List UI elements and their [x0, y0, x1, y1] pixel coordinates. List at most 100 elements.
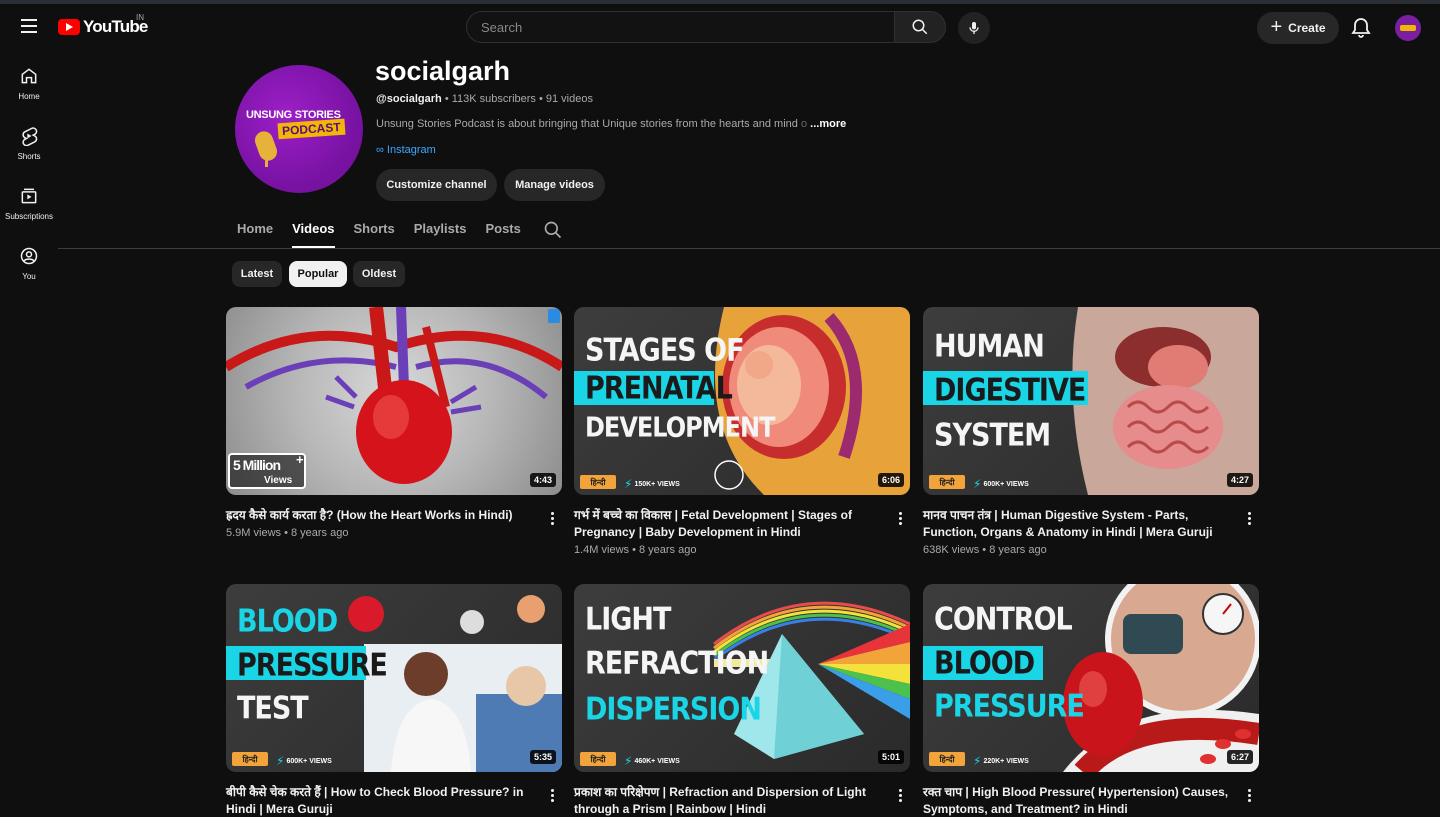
tab-shorts[interactable]: Shorts	[354, 221, 395, 248]
tab-playlists[interactable]: Playlists	[414, 221, 467, 248]
video-title[interactable]: गर्भ में बच्चे का विकास | Fetal Developm…	[574, 507, 884, 559]
video-title[interactable]: मानव पाचन तंत्र | Human Digestive System…	[923, 507, 1233, 559]
bolt-icon: ⚡	[624, 477, 633, 492]
video-card: LIGHT REFRACTION DISPERSION हिन्दी ⚡ 460K…	[574, 584, 910, 816]
nav-item-home[interactable]: Home	[0, 56, 58, 116]
video-title[interactable]: ह्रदय कैसे कार्य करता है? (How the Heart…	[226, 507, 536, 542]
side-nav: Home Shorts Subscriptions You	[0, 56, 58, 296]
video-card: 5 Million + Views 4:43 ह्रदय कैसे कार्य …	[226, 307, 562, 539]
chip-popular[interactable]: Popular	[289, 261, 347, 287]
tabs-divider	[58, 248, 1440, 249]
bolt-icon: ⚡	[624, 754, 633, 769]
video-title-text: ह्रदय कैसे कार्य करता है? (How the Heart…	[226, 508, 513, 522]
customize-channel-button[interactable]: Customize channel	[376, 169, 497, 201]
youtube-play-icon	[58, 19, 80, 35]
views-word: VIEWS	[1006, 481, 1029, 488]
views-word: VIEWS	[657, 481, 680, 488]
video-duration: 5:35	[529, 750, 556, 764]
nav-label: You	[22, 272, 36, 281]
channel-description[interactable]: Unsung Stories Podcast is about bringing…	[376, 118, 846, 130]
bolt-icon: ⚡	[276, 754, 285, 769]
home-icon	[21, 68, 37, 84]
badge-plus: +	[296, 452, 304, 467]
channel-handle: @socialgarh	[376, 93, 442, 105]
badge-main-text: 5 Million	[233, 457, 281, 473]
menu-icon[interactable]	[14, 11, 44, 41]
video-meta: 1.4M views • 8 years ago	[574, 544, 697, 556]
tab-home[interactable]: Home	[237, 221, 273, 248]
voice-search-button[interactable]	[958, 12, 990, 44]
thumb-line-1: CONTROL	[934, 602, 1073, 638]
views-count: 600K	[983, 481, 1001, 488]
manage-videos-button[interactable]: Manage videos	[504, 169, 605, 201]
video-title-text: बीपी कैसे चेक करते हैं | How to Check Bl…	[226, 785, 524, 816]
views-tag: ⚡ 220K+ VIEWS	[973, 755, 1029, 767]
more-actions-icon[interactable]	[892, 786, 908, 804]
channel-avatar[interactable]: UNSUNG STORIES PODCAST	[235, 65, 363, 193]
video-duration: 4:27	[1226, 473, 1253, 487]
more-link[interactable]: ...more	[810, 118, 846, 130]
more-actions-icon[interactable]	[544, 509, 560, 527]
thumb-line-2: BLOOD	[934, 646, 1035, 682]
thumb-line-2: DIGESTIVE	[934, 373, 1086, 409]
thumb-line-2: PRENATAL	[585, 371, 733, 407]
thumb-line-1: LIGHT	[585, 602, 671, 638]
views-count: 150K	[634, 481, 652, 488]
views-plus: +	[303, 758, 308, 765]
video-thumbnail[interactable]: HUMAN DIGESTIVE SYSTEM हिन्दी ⚡ 600K+ VIE…	[923, 307, 1259, 495]
video-duration: 6:06	[877, 473, 904, 487]
video-duration: 4:43	[529, 473, 556, 487]
video-thumbnail[interactable]: BLOOD PRESSURE TEST हिन्दी ⚡ 600K+ VIEWS …	[226, 584, 562, 772]
account-avatar[interactable]	[1395, 15, 1421, 41]
video-title[interactable]: बीपी कैसे चेक करते हैं | How to Check Bl…	[226, 784, 536, 817]
video-thumbnail[interactable]: 5 Million + Views 4:43	[226, 307, 562, 495]
chip-latest[interactable]: Latest	[232, 261, 282, 287]
views-tag: ⚡ 600K+ VIEWS	[973, 477, 1029, 492]
description-fade: o	[797, 118, 808, 130]
tab-posts[interactable]: Posts	[485, 221, 520, 248]
thumb-line-3: PRESSURE	[934, 689, 1085, 725]
more-actions-icon[interactable]	[892, 509, 908, 527]
video-meta: 5.9M views • 8 years ago	[226, 527, 349, 539]
search-button[interactable]	[894, 11, 946, 43]
search-input[interactable]	[466, 11, 894, 43]
video-thumbnail[interactable]: STAGES OF PRENATAL DEVELOPMENT हिन्दी ⚡ 1…	[574, 307, 910, 495]
link-icon: ∞	[376, 144, 384, 156]
more-actions-icon[interactable]	[544, 786, 560, 804]
nav-label: Subscriptions	[4, 212, 54, 221]
search-bar	[466, 11, 946, 43]
mic-stand	[265, 157, 268, 167]
nav-item-shorts[interactable]: Shorts	[0, 116, 58, 176]
views-plus: +	[1000, 481, 1005, 488]
notifications-bell-icon[interactable]	[1349, 16, 1373, 40]
thumb-line-1: STAGES OF	[585, 333, 745, 369]
instagram-link[interactable]: ∞ Instagram	[376, 144, 436, 156]
views-plus: +	[651, 481, 656, 488]
channel-search-icon[interactable]	[543, 220, 563, 240]
tab-videos[interactable]: Videos	[292, 221, 335, 248]
bolt-icon: ⚡	[973, 477, 982, 492]
thumb-line-3: TEST	[237, 691, 309, 727]
views-plus: +	[651, 758, 656, 765]
youtube-logo[interactable]: YouTube IN	[58, 13, 148, 37]
nav-item-subscriptions[interactable]: Subscriptions	[0, 176, 58, 236]
video-thumbnail[interactable]: LIGHT REFRACTION DISPERSION हिन्दी ⚡ 460K…	[574, 584, 910, 772]
video-count: 91 videos	[545, 93, 593, 105]
thumb-line-3: SYSTEM	[934, 418, 1051, 454]
video-card: HUMAN DIGESTIVE SYSTEM हिन्दी ⚡ 600K+ VIE…	[923, 307, 1259, 556]
subscriber-count: 113K subscribers	[451, 93, 536, 105]
video-title-text: रक्त चाप | High Blood Pressure( Hyperten…	[923, 785, 1229, 816]
video-thumbnail[interactable]: CONTROL BLOOD PRESSURE हिन्दी ⚡ 220K+ VIE…	[923, 584, 1259, 772]
nav-label: Shorts	[17, 152, 41, 161]
shorts-icon	[22, 127, 38, 146]
more-actions-icon[interactable]	[1241, 509, 1257, 527]
video-title[interactable]: प्रकाश का परिक्षेपण | Refraction and Dis…	[574, 784, 884, 817]
channel-meta: @socialgarh • 113K subscribers • 91 vide…	[376, 93, 593, 105]
chip-oldest[interactable]: Oldest	[353, 261, 405, 287]
create-button[interactable]: + Create	[1257, 12, 1339, 44]
nav-item-you[interactable]: You	[0, 236, 58, 296]
video-card: STAGES OF PRENATAL DEVELOPMENT हिन्दी ⚡ 1…	[574, 307, 910, 556]
video-title[interactable]: रक्त चाप | High Blood Pressure( Hyperten…	[923, 784, 1233, 817]
instagram-label: Instagram	[386, 144, 436, 156]
more-actions-icon[interactable]	[1241, 786, 1257, 804]
